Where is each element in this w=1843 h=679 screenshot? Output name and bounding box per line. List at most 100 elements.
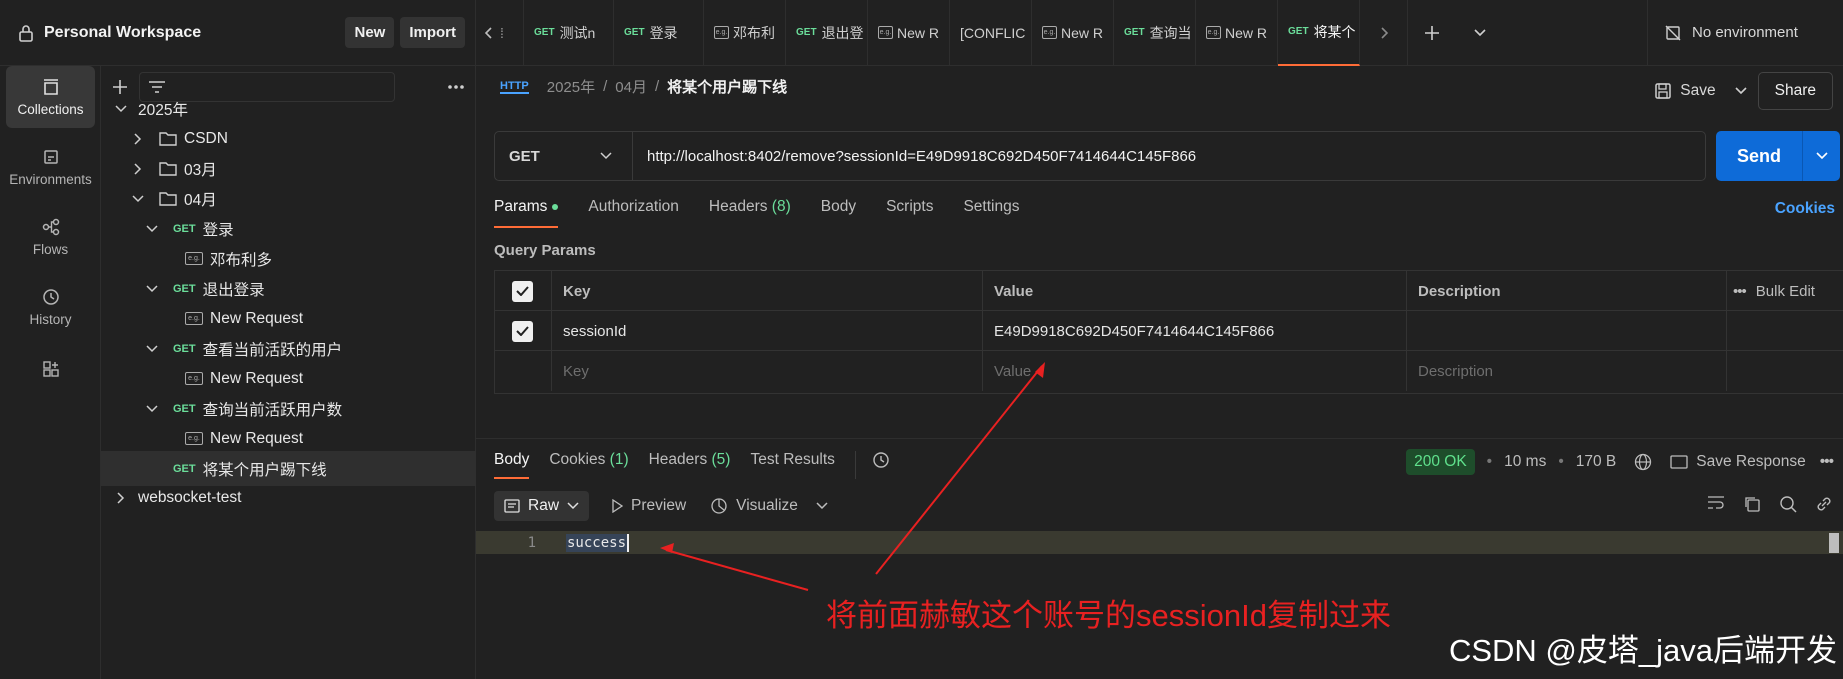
chevron-down-icon[interactable] bbox=[145, 282, 159, 296]
method-badge: GET bbox=[173, 462, 196, 475]
table-header-row: Key Value Description ••• Bulk Edit bbox=[495, 271, 1843, 311]
chevron-right-icon[interactable] bbox=[131, 132, 145, 146]
save-options-chevron-icon[interactable] bbox=[1734, 86, 1748, 96]
collections-icon bbox=[41, 77, 61, 102]
response-body-text[interactable]: success bbox=[566, 533, 628, 552]
import-button[interactable]: Import bbox=[400, 17, 465, 48]
search-icon[interactable] bbox=[1779, 495, 1797, 513]
copy-icon[interactable] bbox=[1743, 495, 1761, 513]
format-select[interactable]: Raw bbox=[494, 491, 590, 521]
tab-scripts[interactable]: Scripts bbox=[886, 198, 933, 228]
annotation-note: 将前面赫敏这个账号的sessionId复制过来 bbox=[826, 598, 1391, 633]
request-tab[interactable]: [CONFLIC bbox=[950, 0, 1032, 66]
request-actions: Save Share bbox=[1654, 72, 1833, 110]
visualize-button[interactable]: Visualize bbox=[736, 497, 798, 515]
tree-item-label: New Request bbox=[210, 369, 304, 387]
new-button[interactable]: New bbox=[345, 17, 395, 48]
save-response-button[interactable]: Save Response bbox=[1696, 453, 1805, 471]
tab-authorization[interactable]: Authorization bbox=[588, 198, 678, 228]
send-button[interactable]: Send bbox=[1716, 131, 1840, 181]
send-options-chevron-icon[interactable] bbox=[1803, 152, 1840, 160]
method-select[interactable]: GET bbox=[495, 132, 633, 180]
sidebar-item-collections[interactable]: Collections bbox=[6, 66, 95, 128]
chevron-down-icon[interactable] bbox=[145, 222, 159, 236]
request-tab[interactable]: e.g. 邓布利 bbox=[704, 0, 786, 66]
chevron-down-icon[interactable] bbox=[131, 192, 145, 206]
request-title[interactable]: 将某个用户踢下线 bbox=[667, 76, 787, 97]
new-key-input[interactable]: Key bbox=[552, 351, 983, 391]
wrap-lines-icon[interactable] bbox=[1707, 495, 1725, 513]
example-icon: e.g. bbox=[878, 26, 893, 39]
sidebar-item-history[interactable]: History bbox=[6, 276, 95, 338]
request-tab[interactable]: GET 测试n bbox=[524, 0, 614, 66]
breadcrumb-item[interactable]: 2025年 bbox=[547, 76, 595, 97]
tab-headers[interactable]: Headers (8) bbox=[709, 198, 791, 228]
chevron-right-icon[interactable] bbox=[131, 162, 145, 176]
response-history-icon[interactable] bbox=[854, 451, 890, 479]
chevron-right-icon[interactable] bbox=[114, 491, 128, 505]
example-icon: e.g. bbox=[185, 252, 203, 265]
url-input[interactable]: http://localhost:8402/remove?sessionId=E… bbox=[633, 148, 1196, 165]
request-tab[interactable]: e.g. New R bbox=[1196, 0, 1278, 66]
sidebar-item-environments[interactable]: Environments bbox=[6, 136, 95, 198]
tab-label: [CONFLIC bbox=[960, 24, 1026, 41]
new-value-input[interactable]: Value bbox=[983, 351, 1407, 391]
environment-selector[interactable]: No environment bbox=[1647, 0, 1843, 66]
chevron-down-icon[interactable] bbox=[145, 342, 159, 356]
select-all-checkbox[interactable] bbox=[495, 271, 552, 311]
share-button[interactable]: Share bbox=[1757, 72, 1833, 110]
link-icon[interactable] bbox=[1815, 495, 1833, 513]
response-size[interactable]: 170 B bbox=[1576, 453, 1617, 471]
tab-scroll-left[interactable]: ⁞ bbox=[476, 0, 524, 66]
preview-button[interactable]: Preview bbox=[631, 497, 686, 515]
sidebar-item-configure[interactable] bbox=[6, 346, 95, 396]
bulk-edit-button[interactable]: ••• Bulk Edit bbox=[1727, 271, 1843, 311]
flows-icon bbox=[41, 217, 61, 242]
chevron-down-icon[interactable] bbox=[816, 502, 828, 510]
chevron-down-icon[interactable] bbox=[114, 102, 128, 116]
tree-item-label: 04月 bbox=[184, 191, 217, 209]
response-tab-headers[interactable]: Headers (5) bbox=[649, 451, 731, 479]
folder-icon bbox=[159, 161, 177, 176]
param-description-cell[interactable] bbox=[1407, 311, 1727, 351]
new-tab-button[interactable] bbox=[1408, 0, 1456, 66]
tree-item-label: 登录 bbox=[202, 221, 234, 239]
save-button[interactable]: Save bbox=[1680, 82, 1715, 100]
tab-scroll-right[interactable] bbox=[1360, 0, 1408, 66]
tree-collection[interactable]: websocket-test bbox=[101, 480, 476, 515]
response-time[interactable]: 10 ms bbox=[1504, 453, 1546, 471]
tab-params[interactable]: Params bbox=[494, 198, 559, 228]
request-tab[interactable]: e.g. New R bbox=[868, 0, 950, 66]
chevron-down-icon[interactable] bbox=[145, 402, 159, 416]
tab-settings[interactable]: Settings bbox=[963, 198, 1019, 228]
response-tab-cookies[interactable]: Cookies (1) bbox=[549, 451, 628, 479]
request-tab[interactable]: GET 登录 bbox=[614, 0, 704, 66]
scrollbar-thumb[interactable] bbox=[1829, 532, 1839, 553]
more-options-icon[interactable]: ••• bbox=[1820, 453, 1834, 471]
status-badge[interactable]: 200 OK bbox=[1406, 449, 1475, 475]
row-checkbox[interactable] bbox=[495, 311, 552, 351]
more-options-icon[interactable] bbox=[447, 84, 465, 90]
tab-method: GET bbox=[796, 27, 817, 38]
response-tab-body[interactable]: Body bbox=[494, 451, 530, 479]
sidebar-item-flows[interactable]: Flows bbox=[6, 206, 95, 268]
tab-body[interactable]: Body bbox=[821, 198, 856, 228]
tab-label: 退出登 bbox=[821, 24, 864, 41]
column-header-description: Description bbox=[1407, 271, 1727, 311]
visualize-icon bbox=[710, 497, 728, 515]
param-key-cell[interactable]: sessionId bbox=[552, 311, 983, 351]
response-tab-tests[interactable]: Test Results bbox=[750, 451, 834, 479]
cookies-link[interactable]: Cookies bbox=[1775, 200, 1835, 218]
tab-list-dropdown[interactable] bbox=[1456, 0, 1504, 66]
new-description-input[interactable]: Description bbox=[1407, 351, 1727, 391]
param-value-cell[interactable]: E49D9918C692D450F7414644C145F866 bbox=[983, 311, 1407, 351]
request-tab[interactable]: GET 将某个 bbox=[1278, 0, 1360, 66]
request-tab[interactable]: GET 退出登 bbox=[786, 0, 868, 66]
request-tab[interactable]: GET 查询当 bbox=[1114, 0, 1196, 66]
request-tabs-bar: ⁞ GET 测试n GET 登录 e.g. 邓布利 GET 退出登 e.g. New R [CONF… bbox=[476, 0, 1843, 66]
request-tab[interactable]: e.g. New R bbox=[1032, 0, 1114, 66]
sidebar: Collections Environments Flows History bbox=[0, 66, 101, 679]
breadcrumb-item[interactable]: 04月 bbox=[615, 76, 647, 97]
method-badge: GET bbox=[173, 342, 196, 355]
globe-icon[interactable] bbox=[1634, 453, 1652, 471]
